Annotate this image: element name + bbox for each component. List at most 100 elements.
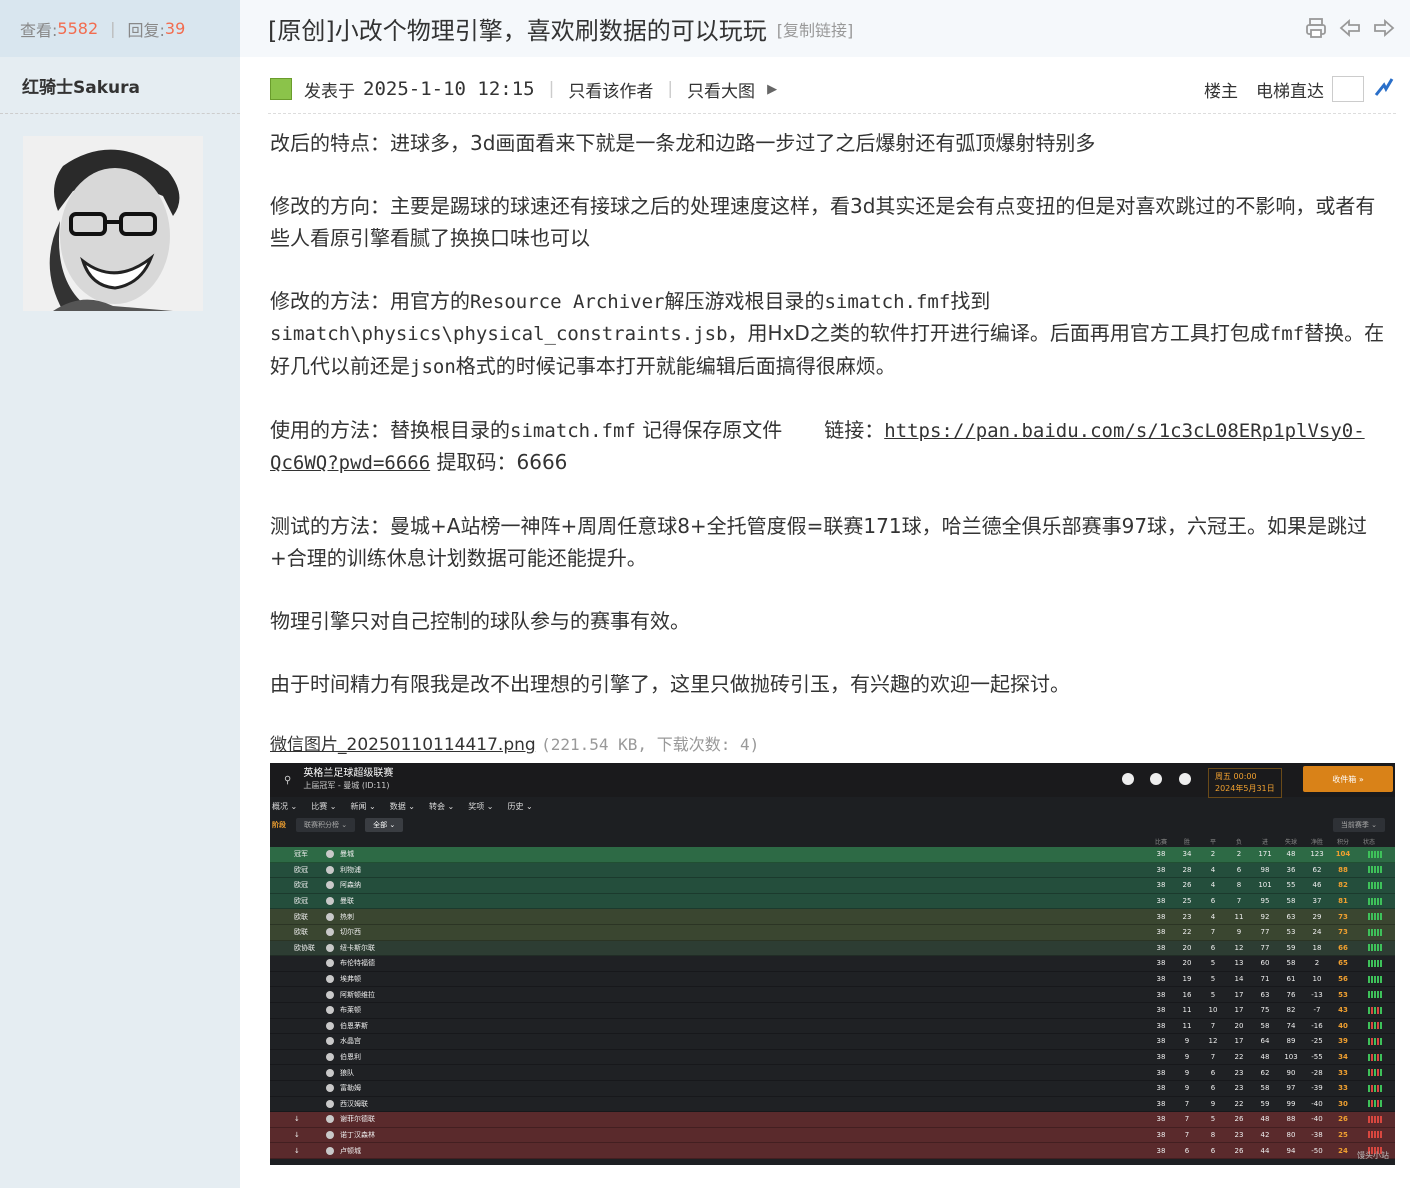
table-row: 阿斯顿维拉 38 16 5 17 63 76 -13 53 (270, 987, 1395, 1003)
online-status-icon (270, 78, 292, 100)
row-stats: 38 25 6 7 95 58 37 81 (1148, 897, 1356, 905)
team-name: 曼城 (340, 850, 354, 859)
stat-cell: 89 (1286, 1037, 1296, 1046)
next-thread-icon[interactable] (1372, 16, 1396, 44)
stat-cell: -55 (1311, 1053, 1323, 1062)
club-crest-icon (326, 1084, 334, 1093)
row-stats: 38 9 6 23 58 97 -39 33 (1148, 1084, 1356, 1092)
stat-cell: 38 (1156, 1130, 1166, 1139)
club-crest-icon (326, 1021, 334, 1030)
stat-cell: 71 (1260, 975, 1270, 984)
stat-cell: 61 (1286, 975, 1296, 984)
table-header-cell: 负 (1235, 838, 1242, 846)
stat-cell: 38 (1156, 881, 1166, 890)
stat-cell: -28 (1311, 1068, 1323, 1077)
row-stats: 38 6 6 26 44 94 -50 24 (1148, 1147, 1356, 1155)
stat-cell: 37 (1312, 897, 1322, 906)
table-row: 欧冠 曼联 38 25 6 7 95 58 37 81 (270, 893, 1395, 910)
stat-cell: 2 (1210, 850, 1216, 859)
posted-time: 2025-1-10 12:15 (363, 78, 535, 100)
stat-cell: -50 (1311, 1146, 1323, 1155)
row-stats: 38 20 5 13 60 58 2 65 (1148, 959, 1356, 967)
post-content: 改后的特点：进球多，3d画面看来下就是一条龙和边路一步过了之后爆射还有弧顶爆射特… (270, 128, 1395, 732)
table-row: 欧冠 利物浦 38 28 4 6 98 36 62 88 (270, 862, 1395, 879)
views-count: 5582 (57, 19, 99, 38)
table-row: ↓ 谢菲尔德联 38 7 5 26 48 88 -40 26 (270, 1112, 1395, 1128)
club-crest-icon (326, 990, 334, 999)
stat-cell: 23 (1182, 912, 1192, 921)
replies-count: 39 (164, 19, 186, 38)
divider-line (268, 113, 1396, 114)
paragraph-method: 修改的方法：用官方的Resource Archiver解压游戏根目录的simat… (270, 288, 1385, 378)
stat-cell: 16 (1182, 990, 1192, 999)
qualification-label: 欧冠 (294, 865, 308, 874)
standings-table: 冠军 曼城 38 34 2 2 171 48 123 104 欧冠 利物浦 38 28 4 6 98 36 62 88… (270, 847, 1395, 1159)
copy-link-button[interactable]: [复制链接] (777, 17, 854, 41)
stat-cell: 66 (1338, 943, 1348, 952)
prev-thread-icon[interactable] (1338, 16, 1362, 44)
stat-cell: 8 (1210, 1130, 1216, 1139)
attachment-link[interactable]: 微信图片_20250110114417.png (270, 735, 536, 755)
stat-cell: 23 (1234, 1068, 1244, 1077)
form-indicator (1368, 1100, 1382, 1108)
qualification-label: ↓ (294, 1146, 300, 1155)
stat-cell: 55 (1286, 881, 1296, 890)
stat-cell: 7 (1184, 1130, 1190, 1139)
only-author-link[interactable]: 只看该作者 (568, 77, 653, 102)
jump-go-icon[interactable] (1372, 75, 1396, 104)
row-stats: 38 11 7 20 58 74 -16 40 (1148, 1022, 1356, 1030)
avatar[interactable] (23, 136, 203, 311)
help-icon (1150, 773, 1162, 785)
stat-cell: 77 (1260, 943, 1270, 952)
stat-cell: 77 (1260, 928, 1270, 937)
table-row: 伯恩茅斯 38 11 7 20 58 74 -16 40 (270, 1018, 1395, 1035)
stat-cell: 76 (1286, 990, 1296, 999)
only-images-link[interactable]: 只看大图 (687, 77, 755, 102)
stat-cell: 19 (1182, 975, 1192, 984)
stat-cell: -16 (1311, 1021, 1323, 1030)
stat-cell: 7 (1210, 1053, 1216, 1062)
floor-jump-input[interactable] (1332, 76, 1364, 102)
team-name: 水晶宫 (340, 1037, 361, 1046)
stat-cell: 9 (1210, 1099, 1216, 1108)
stat-cell: 9 (1184, 1053, 1190, 1062)
stat-cell: 101 (1258, 881, 1272, 890)
stat-cell: 38 (1156, 1053, 1166, 1062)
row-stats: 38 28 4 6 98 36 62 88 (1148, 866, 1356, 874)
table-row: 布莱顿 38 11 10 17 75 82 -7 43 (270, 1002, 1395, 1019)
title-toolbar (1304, 16, 1396, 44)
print-icon[interactable] (1304, 16, 1328, 44)
game-date: 周五 00:00 2024年5月31日 (1208, 768, 1282, 798)
table-header-cell: 状态 (1362, 838, 1375, 846)
stat-cell: 38 (1156, 865, 1166, 874)
stat-cell: 7 (1184, 1115, 1190, 1124)
attached-image[interactable]: ⚲ 英格兰足球超级联赛 上届冠军 - 曼城 (ID:11) 周五 00:00 20… (270, 763, 1395, 1165)
team-name: 阿森纳 (340, 881, 361, 890)
stat-cell: 88 (1286, 1115, 1296, 1124)
play-arrow-icon[interactable]: ▶ (767, 82, 777, 97)
row-stats: 38 7 5 26 48 88 -40 26 (1148, 1115, 1356, 1123)
stat-cell: -40 (1311, 1099, 1323, 1108)
club-crest-icon (326, 1037, 334, 1046)
stat-cell: 38 (1156, 1084, 1166, 1093)
club-crest-icon (326, 912, 334, 921)
row-stats: 38 7 8 23 42 80 -38 25 (1148, 1131, 1356, 1139)
stat-cell: 20 (1182, 943, 1192, 952)
row-stats: 38 9 6 23 62 90 -28 33 (1148, 1069, 1356, 1077)
table-header: 比赛 胜 平 负 进 失球 净胜 积分 状态 (270, 835, 1395, 847)
stat-cell: 38 (1156, 1068, 1166, 1077)
stat-cell: 10 (1312, 975, 1322, 984)
stat-cell: 48 (1260, 1053, 1270, 1062)
team-name: 诺丁汉森林 (340, 1130, 375, 1139)
stat-cell: 7 (1184, 1099, 1190, 1108)
form-indicator (1368, 866, 1382, 874)
form-indicator (1368, 944, 1382, 952)
stat-cell: 14 (1234, 975, 1244, 984)
stat-cell: 48 (1286, 850, 1296, 859)
stat-cell: 59 (1260, 1099, 1270, 1108)
table-row: 布伦特福德 38 20 5 13 60 58 2 65 (270, 956, 1395, 972)
stat-cell: 7 (1236, 897, 1242, 906)
author-name[interactable]: 红骑士Sakura (0, 57, 240, 114)
stat-cell: 5 (1210, 959, 1216, 968)
stat-cell: 26 (1182, 881, 1192, 890)
